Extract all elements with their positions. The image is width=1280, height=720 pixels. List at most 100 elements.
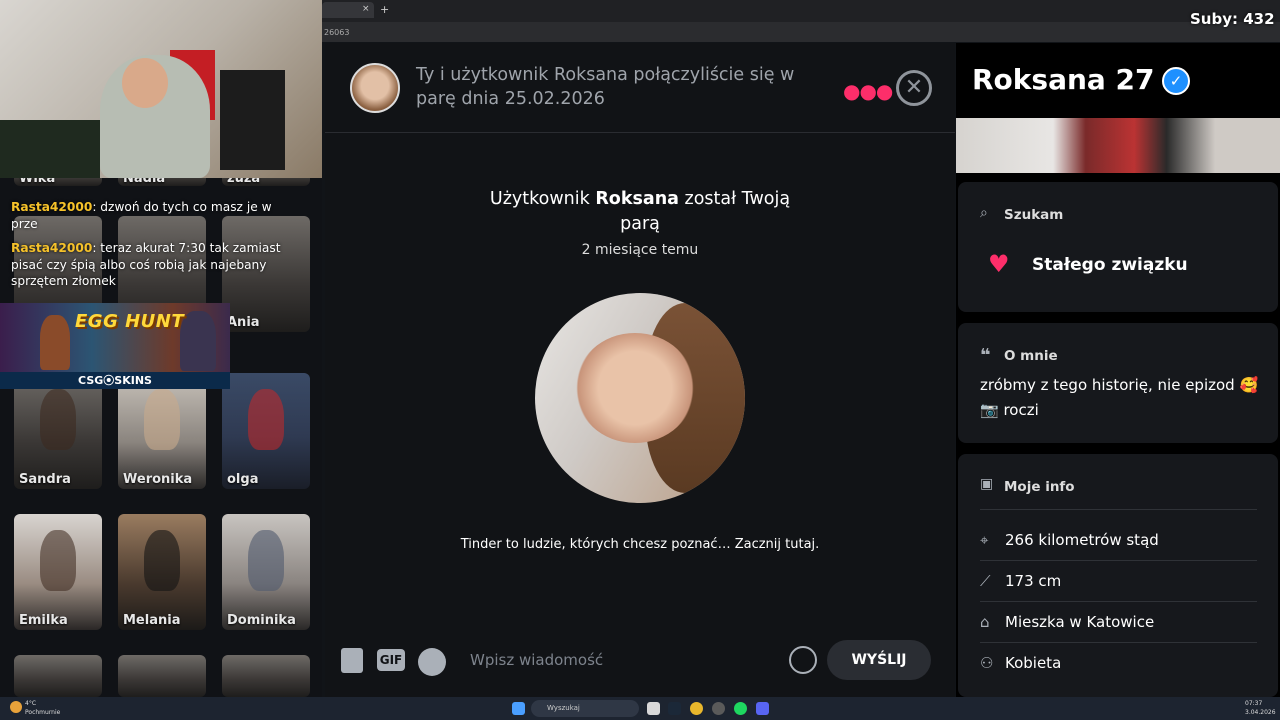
taskbar-search[interactable]: Wyszukaj [531,700,639,717]
card-dominika[interactable]: Dominika [222,514,310,630]
clock-date: 3.04.2026 [1245,709,1276,716]
chat-message: Rasta42000: dzwoń do tych co masz je w p… [11,199,301,232]
url-text: 26063 [324,28,350,37]
divider [980,509,1257,510]
weather-icon [10,701,22,713]
person-icon: ⚇ [980,654,994,672]
ad-title: EGG HUNT [75,311,185,332]
search-icon: ⌕ [980,205,988,221]
looking-for-value: Stałego związku [1032,255,1188,275]
weather-temp: 4°C [25,700,37,707]
info-text: Kobieta [1005,654,1062,672]
ruler-icon: ⟋ [980,572,991,590]
new-tab-button[interactable]: + [380,3,389,16]
photo-face [575,333,695,443]
subs-counter: Suby: 432 [1190,10,1275,28]
profile-name-age: Roksana 27 [972,63,1155,96]
taskbar: 4°C Pochmurnie Wyszukaj 07:37 3.04.2026 [0,697,1280,720]
chat-username: Rasta42000 [11,200,93,214]
close-chat-button[interactable]: ✕ [896,70,932,106]
card-name: olga [227,472,259,487]
info-row-height: ⟋ 173 cm [980,561,1257,602]
location-icon: ⌖ [980,531,989,549]
chat-header: Ty i użytkownik Roksana połączyliście si… [325,43,955,133]
start-icon[interactable] [512,702,525,715]
card-name: Ania [227,315,260,330]
weather-desc: Pochmurnie [25,709,61,716]
my-info-card: ▣ Moje info ⌖ 266 kilometrów stąd ⟋ 173 cm… [958,454,1278,697]
tagline: Tinder to ludzie, których chcesz poznać…… [460,537,820,552]
card-name: Sandra [19,472,71,487]
profile-photo[interactable] [956,118,1280,173]
my-info-label: Moje info [1004,479,1075,495]
match-announcement: Użytkownik Roksana został Twoją parą [325,187,955,237]
info-row-gender: ⚇ Kobieta [980,643,1257,684]
ad-character [40,315,70,370]
card-olga[interactable]: olga [222,373,310,489]
more-options-icon[interactable]: ●●● [843,79,893,103]
home-icon: ⌂ [980,613,990,631]
obs-icon[interactable] [712,702,725,715]
send-button[interactable]: WYŚLIJ [827,640,931,680]
info-row-distance: ⌖ 266 kilometrów stąd [980,520,1257,561]
streamer-face [122,58,168,108]
info-text: 266 kilometrów stąd [1005,531,1159,549]
card-name: Melania [123,613,181,628]
desk-decoration [0,120,100,178]
chat-panel: Ty i użytkownik Roksana połączyliście si… [325,43,955,697]
id-card-icon: ▣ [980,476,994,492]
address-bar[interactable]: 26063 [322,22,1280,42]
info-text: Mieszka w Katowice [1005,613,1155,631]
discord-icon[interactable] [756,702,769,715]
left-panel: Wika Nadia zuza Ania Sandra Weronika olg… [0,0,322,697]
clock-time: 07:37 [1245,700,1263,707]
card-name: Dominika [227,613,296,628]
looking-for-card: ⌕ Szukam ♥ Stałego związku [958,182,1278,312]
card-melania[interactable]: Melania [118,514,206,630]
card-weronika[interactable]: Weronika [118,373,206,489]
contact-card-icon[interactable] [341,648,363,673]
chat-message: Rasta42000: teraz akurat 7:30 tak zamias… [11,240,301,290]
card-sandra[interactable]: Sandra [14,373,102,489]
message-composer: GIF WYŚLIJ [325,623,955,697]
webcam-overlay [0,0,322,178]
info-row-city: ⌂ Mieszka w Katowice [980,602,1257,643]
spotify-taskbar-icon[interactable] [734,702,747,715]
about-text: 📷 roczi [980,401,1039,419]
card-name: Weronika [123,472,193,487]
browser-chrome: × + 26063 [322,0,1280,42]
emoji-icon[interactable] [789,646,817,674]
gif-button[interactable]: GIF [377,649,405,671]
spotify-icon[interactable] [418,648,446,676]
egg-hunt-ad[interactable]: EGG HUNT CSG⦿SKINS [0,303,230,389]
taskbar-search-text: Wyszukaj [547,704,580,712]
profile-panel: Roksana 27 ✓ ⌕ Szukam ♥ Stałego związku … [956,43,1280,697]
match-pre: Użytkownik [489,189,596,209]
about-label: O mnie [1004,348,1058,364]
card-emilka[interactable]: Emilka [14,514,102,630]
match-avatar[interactable] [350,63,400,113]
quote-icon: ❝ [980,345,991,366]
card-blurred[interactable] [222,655,310,697]
match-info-text: Ty i użytkownik Roksana połączyliście si… [416,65,795,109]
card-blurred[interactable] [118,655,206,697]
info-text: 173 cm [1005,572,1062,590]
ad-sponsor: CSG⦿SKINS [0,372,230,389]
heart-arrow-icon: ♥ [988,250,1010,278]
card-blurred[interactable] [14,655,102,697]
task-view-icon[interactable] [647,702,660,715]
steam-icon[interactable] [668,702,681,715]
chat-username: Rasta42000 [11,241,93,255]
card-name: Emilka [19,613,68,628]
looking-for-label: Szukam [1004,207,1064,223]
verified-badge-icon: ✓ [1162,67,1190,95]
chrome-icon[interactable] [690,702,703,715]
cabinet-decoration [220,70,285,170]
match-photo[interactable] [535,293,745,503]
about-card: ❝ O mnie zróbmy z tego historię, nie epi… [958,323,1278,443]
message-input[interactable] [470,639,770,681]
ad-character [180,311,216,371]
match-time: 2 miesiące temu [581,242,699,258]
match-name: Roksana [595,189,679,209]
tab-close-icon[interactable]: × [362,4,370,14]
